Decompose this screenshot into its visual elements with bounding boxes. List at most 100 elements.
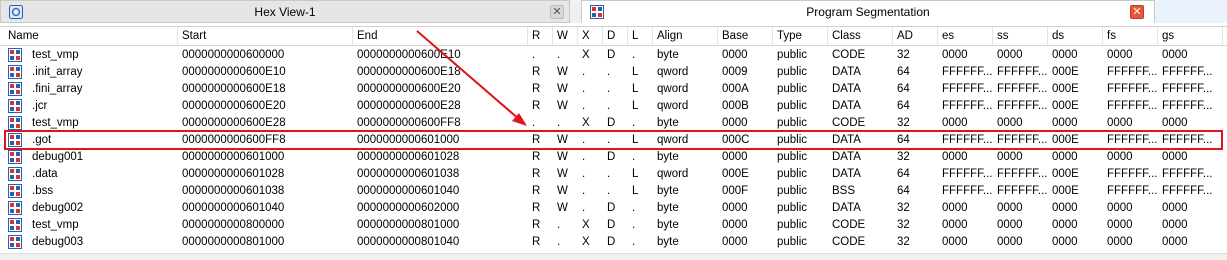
cell-d: D [607,236,616,248]
table-row[interactable]: debug001 0000000000601000 0000000000601028… [0,149,1227,166]
cell-class: BSS [832,185,856,197]
cell-end: 0000000000602000 [357,202,460,214]
cell-name: debug003 [32,236,84,248]
column-header-w[interactable]: W [553,27,578,46]
column-header-start[interactable]: Start [178,27,353,46]
column-header-ss[interactable]: ss [993,27,1048,46]
segments-icon [590,5,604,19]
cell-l: L [632,66,639,78]
cell-class: DATA [832,66,861,78]
column-header-end[interactable]: End [353,27,528,46]
table-row[interactable]: .jcr 0000000000600E20 0000000000600E28 R W..… [0,98,1227,115]
cell-fs: FFFFFF... [1107,100,1158,112]
cell-type: public [777,134,808,146]
tab-program-segmentation[interactable]: Program Segmentation ✕ [581,0,1155,23]
column-header-class[interactable]: Class [828,27,893,46]
cell-l: L [632,100,639,112]
cell-ss: FFFFFF... [997,168,1048,180]
cell-ss: 0000 [997,49,1023,61]
cell-l: L [632,134,639,146]
table-row[interactable]: .init_array 0000000000600E10 0000000000600… [0,64,1227,81]
table-row[interactable]: .fini_array 0000000000600E18 0000000000600… [0,81,1227,98]
cell-x: . [582,134,586,146]
column-header-x[interactable]: X [578,27,603,46]
cell-r: R [532,168,541,180]
cell-fs: FFFFFF... [1107,66,1158,78]
cell-w: . [557,49,561,61]
column-header-l[interactable]: L [628,27,653,46]
cell-start: 0000000000600000 [182,49,285,61]
cell-end: 0000000000801000 [357,219,460,231]
cell-ad: 64 [897,134,910,146]
segment-icon [8,133,22,147]
cell-ss: 0000 [997,202,1023,214]
cell-es: FFFFFF... [942,168,993,180]
table-row[interactable]: test_vmp 0000000000800000 0000000000801000… [0,217,1227,234]
horizontal-scrollbar[interactable] [0,253,1227,260]
column-header-type[interactable]: Type [773,27,828,46]
cell-l: . [632,151,636,163]
table-row[interactable]: .got 0000000000600FF8 0000000000601000 R W..… [0,132,1227,149]
close-icon[interactable]: ✕ [1130,5,1144,19]
column-header-fs[interactable]: fs [1103,27,1158,46]
column-header-base[interactable]: Base [718,27,773,46]
column-header-ad[interactable]: AD [893,27,938,46]
cell-x: . [582,66,586,78]
cell-class: DATA [832,168,861,180]
cell-fs: 0000 [1107,117,1133,129]
cell-gs: 0000 [1162,117,1188,129]
cell-type: public [777,100,808,112]
cell-align: byte [657,236,679,248]
cell-ds: 000E [1052,83,1079,95]
close-icon[interactable]: ✕ [550,5,564,19]
table-row[interactable]: test_vmp 0000000000600000 0000000000600E10… [0,47,1227,64]
cell-ss: FFFFFF... [997,66,1048,78]
segment-icon [8,65,22,79]
cell-d: . [607,66,611,78]
cell-d: . [607,185,611,197]
table-row[interactable]: test_vmp 0000000000600E28 0000000000600FF8… [0,115,1227,132]
cell-ad: 32 [897,151,910,163]
cell-gs: FFFFFF... [1162,83,1213,95]
tab-hex-view[interactable]: Hex View-1 ✕ [0,0,570,23]
cell-start: 0000000000601038 [182,185,285,197]
column-header-name[interactable]: Name [4,27,178,46]
cell-gs: FFFFFF... [1162,168,1213,180]
cell-align: byte [657,117,679,129]
cell-name: debug001 [32,151,84,163]
column-header-align[interactable]: Align [653,27,718,46]
cell-ad: 32 [897,49,910,61]
cell-class: DATA [832,100,861,112]
column-header-es[interactable]: es [938,27,993,46]
cell-base: 000C [722,134,750,146]
column-header-d[interactable]: D [603,27,628,46]
cell-x: X [582,117,590,129]
cell-es: FFFFFF... [942,83,993,95]
cell-x: X [582,219,590,231]
cell-type: public [777,202,808,214]
table-row[interactable]: debug003 0000000000801000 0000000000801040… [0,234,1227,251]
cell-l: . [632,49,636,61]
table-row[interactable]: .bss 0000000000601038 0000000000601040 R W..… [0,183,1227,200]
cell-start: 0000000000600E10 [182,66,286,78]
table-row[interactable]: debug002 0000000000601040 0000000000602000… [0,200,1227,217]
cell-fs: 0000 [1107,151,1133,163]
cell-type: public [777,66,808,78]
column-header-r[interactable]: R [528,27,553,46]
cell-fs: FFFFFF... [1107,83,1158,95]
cell-align: qword [657,66,689,78]
cell-d: . [607,134,611,146]
table-row[interactable]: .data 0000000000601028 0000000000601038 R W.… [0,166,1227,183]
cell-type: public [777,83,808,95]
cell-base: 000B [722,100,749,112]
column-header-gs[interactable]: gs [1158,27,1223,46]
segment-icon [8,116,22,130]
cell-ds: 000E [1052,168,1079,180]
column-header-ds[interactable]: ds [1048,27,1103,46]
cell-l: L [632,83,639,95]
cell-ds: 0000 [1052,117,1078,129]
cell-base: 0000 [722,49,748,61]
cell-gs: 0000 [1162,236,1188,248]
cell-end: 0000000000600E18 [357,66,461,78]
cell-align: byte [657,49,679,61]
